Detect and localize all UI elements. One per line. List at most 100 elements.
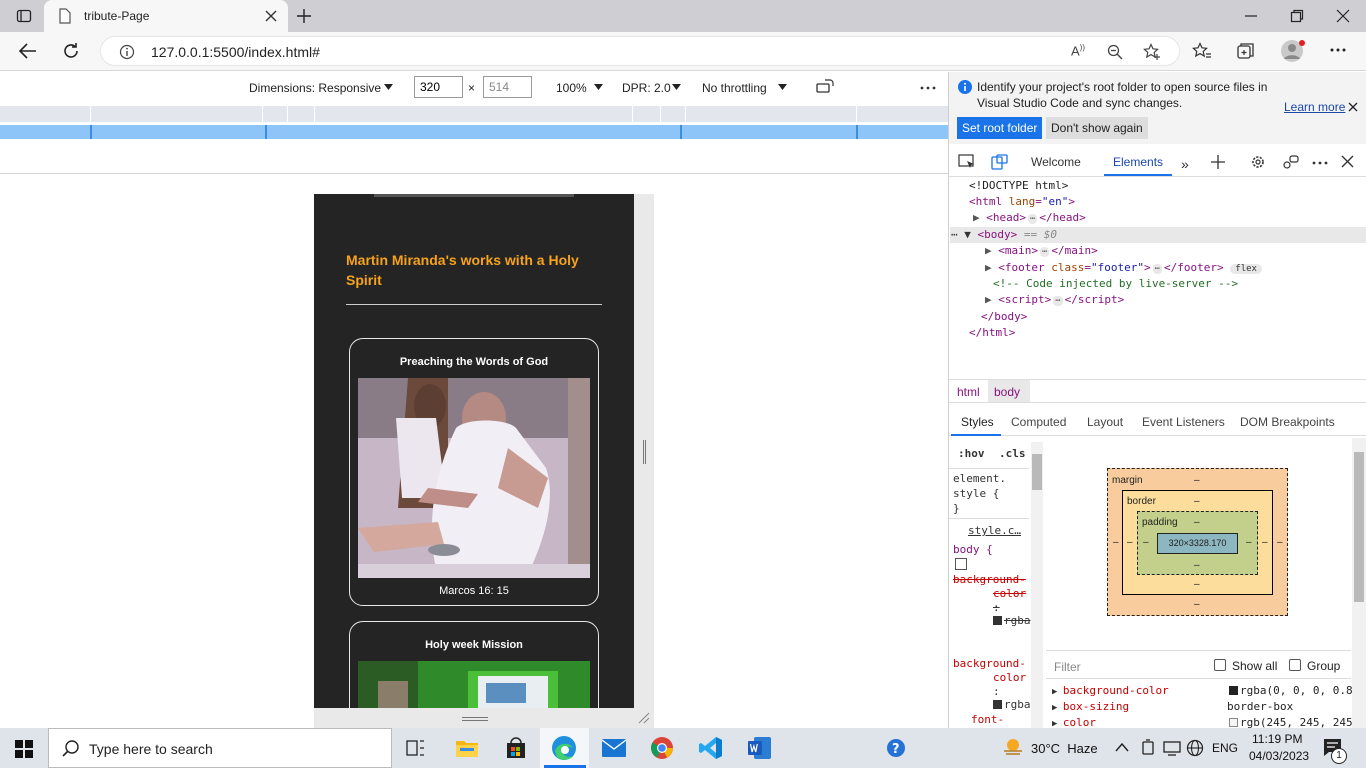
dom-html-close[interactable]: </html>	[969, 325, 1015, 341]
dom-body-close[interactable]: </body>	[981, 309, 1027, 325]
bottom-resize-gutter[interactable]	[314, 708, 654, 728]
property-name-font[interactable]: font-	[971, 712, 1004, 728]
url-field[interactable]: 127.0.0.1:5500/index.html# A))	[100, 36, 1180, 66]
tab-layout[interactable]: Layout	[1087, 415, 1123, 429]
right-resize-gutter[interactable]	[634, 194, 654, 708]
close-window-icon[interactable]	[1336, 9, 1350, 23]
more-options-icon[interactable]	[920, 86, 936, 90]
chevron-down-icon[interactable]	[384, 84, 393, 90]
edge-browser-icon[interactable]	[551, 735, 577, 761]
help-icon[interactable]: ?	[886, 738, 908, 758]
tab-dom-breakpoints[interactable]: DOM Breakpoints	[1240, 415, 1335, 429]
dom-footer-node[interactable]: ▶ <footer class="footer"> ⋯ </footer> flex	[985, 260, 1262, 277]
styles-scrollbar[interactable]	[1031, 442, 1043, 728]
task-view-icon[interactable]	[406, 739, 426, 757]
file-explorer-icon[interactable]	[456, 738, 478, 758]
word-icon[interactable]	[748, 736, 772, 760]
windows-start-icon[interactable]	[15, 740, 33, 758]
property-checkbox[interactable]	[955, 558, 967, 570]
dom-comment[interactable]: <!-- Code injected by live-server -->	[993, 276, 1238, 292]
globe-icon[interactable]	[1186, 739, 1204, 757]
network-icon[interactable]	[1163, 740, 1181, 756]
language-indicator[interactable]: ENG	[1212, 741, 1238, 755]
back-icon[interactable]	[18, 42, 38, 60]
inspect-element-icon[interactable]	[958, 154, 976, 170]
struck-value[interactable]: rgba	[1004, 613, 1031, 629]
more-menu-icon[interactable]	[1330, 48, 1346, 52]
dont-show-again-button[interactable]: Don't show again	[1046, 117, 1148, 139]
dpr-select[interactable]: DPR: 2.0	[622, 81, 671, 95]
computed-prop[interactable]: ▶ background-color	[1052, 683, 1169, 700]
refresh-icon[interactable]	[62, 42, 80, 60]
dom-main-node[interactable]: ▶ <main> ⋯ </main>	[985, 243, 1098, 260]
tab-styles[interactable]: Styles	[961, 415, 994, 429]
collections-icon[interactable]	[1236, 42, 1256, 60]
learn-more-link[interactable]: Learn more	[1284, 100, 1345, 114]
chevron-down-icon[interactable]	[594, 84, 603, 90]
device-icon[interactable]	[1141, 739, 1155, 757]
browser-tab[interactable]: tribute-Page	[44, 0, 288, 32]
minimize-icon[interactable]	[1244, 9, 1258, 23]
tab-elements[interactable]: Elements	[1113, 155, 1163, 169]
content-box[interactable]: 320×3328.170	[1157, 533, 1238, 554]
padding-box[interactable]: padding – – – – 320×3328.170	[1137, 511, 1258, 575]
tab-welcome[interactable]: Welcome	[1031, 155, 1081, 169]
clock-time[interactable]: 11:19 PM	[1252, 732, 1302, 746]
media-query-bar-max[interactable]	[0, 106, 948, 122]
close-infobar-icon[interactable]	[1348, 102, 1358, 112]
show-hidden-icons[interactable]	[1115, 742, 1129, 752]
dom-body-node[interactable]: ⋯ ▼ <body> == $0	[951, 227, 1057, 243]
taskbar-search[interactable]: Type here to search	[48, 728, 392, 768]
chevron-down-icon[interactable]	[672, 84, 681, 90]
close-tab-icon[interactable]	[264, 9, 278, 23]
chrome-icon[interactable]	[650, 736, 674, 760]
set-root-folder-button[interactable]: Set root folder	[957, 117, 1043, 139]
settings-gear-icon[interactable]	[1250, 154, 1266, 170]
read-aloud-icon[interactable]: A))	[1071, 43, 1085, 58]
restore-icon[interactable]	[1290, 9, 1304, 23]
filter-input[interactable]: Filter	[1054, 660, 1081, 674]
vscode-icon[interactable]	[699, 736, 723, 760]
clock-date[interactable]: 04/03/2023	[1249, 749, 1309, 763]
dimensions-select[interactable]: Dimensions: Responsive	[249, 81, 381, 95]
favorites-icon[interactable]	[1192, 42, 1212, 60]
zoom-select[interactable]: 100%	[556, 81, 587, 95]
hov-toggle[interactable]: :hov	[958, 446, 985, 462]
dom-html-node[interactable]: <html lang="en">	[969, 194, 1075, 210]
height-input[interactable]	[483, 76, 532, 98]
tab-event-listeners[interactable]: Event Listeners	[1142, 415, 1225, 429]
store-icon[interactable]	[505, 737, 527, 759]
emulated-viewport[interactable]: Martin Miranda's works with a Holy Spiri…	[314, 194, 634, 708]
zoom-out-icon[interactable]	[1107, 44, 1123, 60]
chevron-down-icon[interactable]	[778, 84, 787, 90]
group-checkbox[interactable]	[1289, 659, 1301, 671]
mail-icon[interactable]	[602, 739, 626, 757]
profile-avatar[interactable]	[1280, 38, 1306, 64]
media-query-bar-min[interactable]	[0, 125, 948, 139]
color-swatch[interactable]	[1229, 686, 1238, 695]
dom-head-node[interactable]: ▶ <head> ⋯ </head>	[973, 210, 1086, 227]
show-all-checkbox[interactable]	[1214, 659, 1226, 671]
color-swatch[interactable]	[993, 700, 1002, 709]
resize-corner-icon[interactable]	[638, 712, 650, 724]
rotate-icon[interactable]	[816, 79, 834, 95]
throttling-select[interactable]: No throttling	[702, 81, 767, 95]
crumb-html[interactable]: html	[957, 385, 980, 399]
url-text[interactable]: 127.0.0.1:5500/index.html#	[151, 44, 320, 60]
flex-badge[interactable]: flex	[1230, 264, 1262, 274]
add-tab-icon[interactable]	[1211, 155, 1225, 169]
width-input[interactable]	[414, 76, 463, 98]
close-devtools-icon[interactable]	[1341, 155, 1354, 168]
property-value[interactable]: rgba	[1004, 697, 1031, 713]
info-icon[interactable]	[119, 44, 135, 60]
device-toolbar-icon[interactable]	[991, 154, 1009, 170]
cls-toggle[interactable]: .cls	[999, 446, 1026, 462]
more-tabs-icon[interactable]: »	[1181, 156, 1189, 172]
computed-scrollbar[interactable]	[1352, 438, 1366, 728]
color-swatch[interactable]	[993, 616, 1002, 625]
stylesheet-link[interactable]: style.c…	[968, 523, 1021, 539]
color-swatch[interactable]	[1229, 718, 1238, 727]
margin-box[interactable]: margin – – – – border – – – – padding – …	[1107, 468, 1288, 616]
add-favorite-icon[interactable]	[1143, 43, 1161, 61]
devtools-more-icon[interactable]	[1312, 161, 1328, 165]
